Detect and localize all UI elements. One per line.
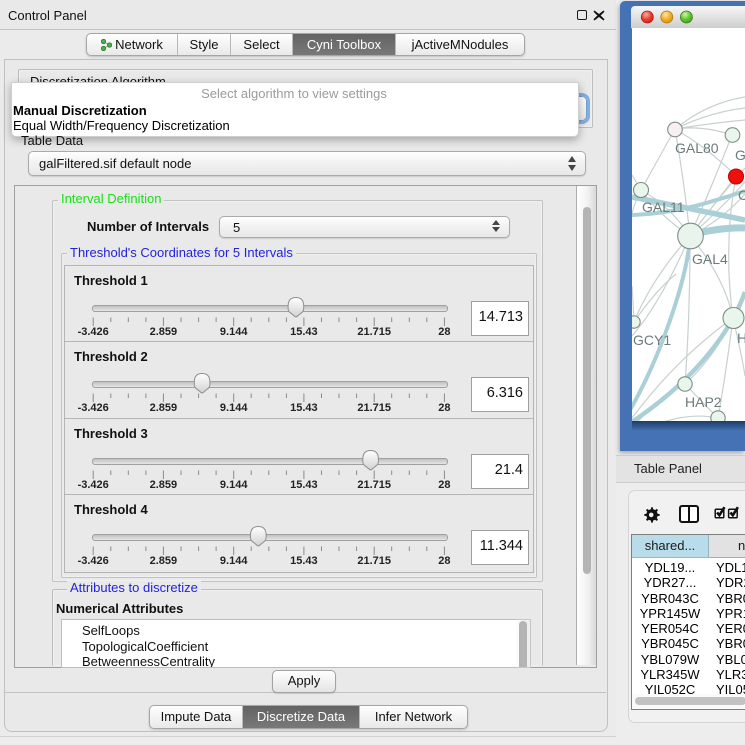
svg-text:GAL80: GAL80 xyxy=(675,140,719,156)
svg-text:GA: GA xyxy=(735,147,745,163)
svg-text:GAL11: GAL11 xyxy=(642,199,685,215)
svg-text:GAL4: GAL4 xyxy=(692,251,728,267)
svg-text:C: C xyxy=(738,187,745,203)
svg-text:H: H xyxy=(737,330,745,346)
svg-text:HAP2: HAP2 xyxy=(685,394,722,410)
svg-text:GCY1: GCY1 xyxy=(633,332,671,348)
